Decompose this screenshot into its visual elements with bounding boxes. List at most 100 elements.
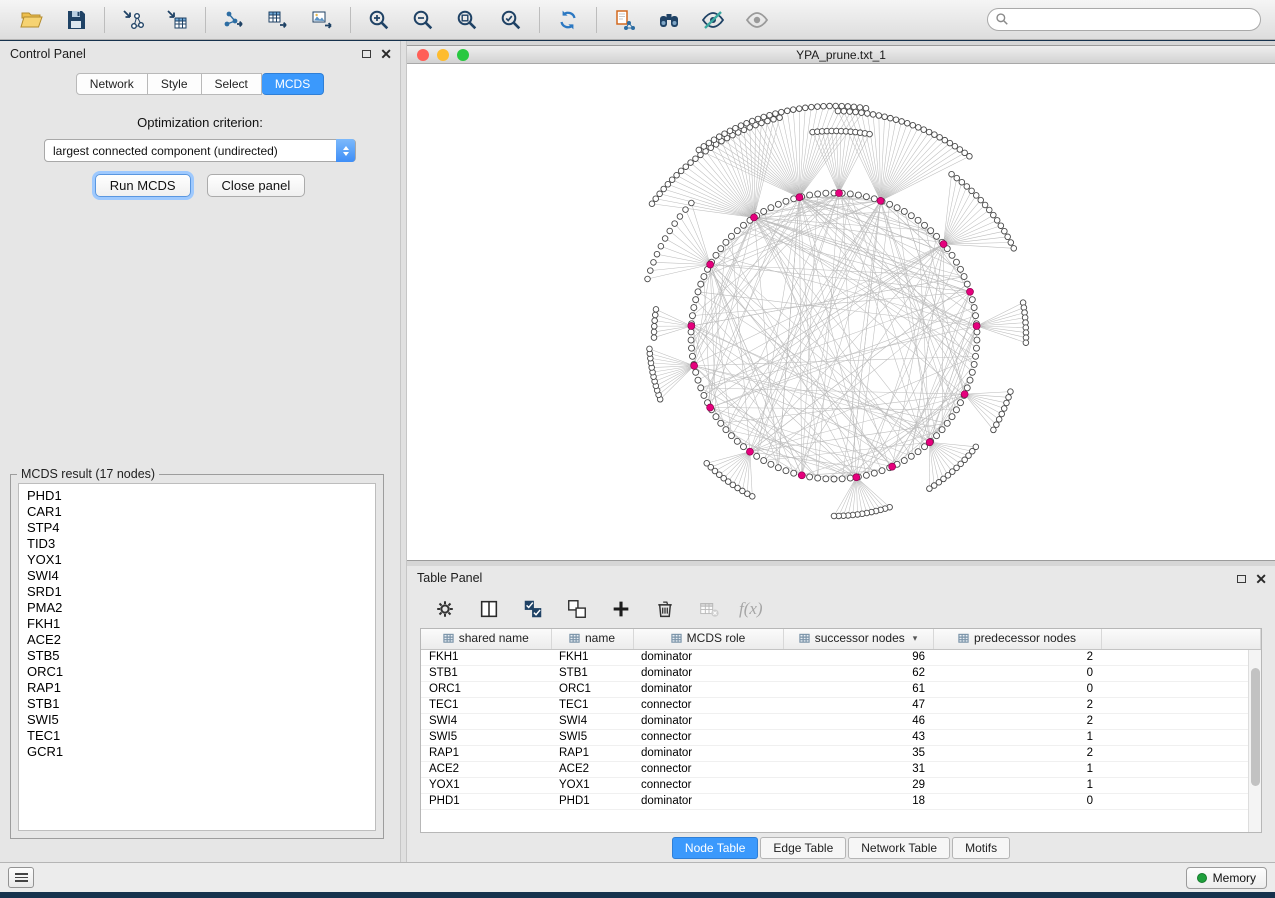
table-row[interactable]: ORC1ORC1dominator610 (421, 681, 1261, 697)
tab-edge-table[interactable]: Edge Table (760, 837, 846, 859)
mcds-result-item[interactable]: ACE2 (19, 632, 375, 648)
mcds-result-item[interactable]: RAP1 (19, 680, 375, 696)
table-cell[interactable]: dominator (633, 665, 783, 681)
column-header-MCDS-role[interactable]: MCDS role (633, 629, 783, 649)
table-cell[interactable]: TEC1 (551, 697, 633, 713)
export-table-button[interactable] (259, 5, 297, 35)
mcds-result-item[interactable]: GCR1 (19, 744, 375, 760)
float-panel-button[interactable] (362, 50, 371, 58)
table-cell[interactable]: dominator (633, 713, 783, 729)
tab-style[interactable]: Style (148, 73, 202, 95)
table-cell[interactable]: 62 (783, 665, 933, 681)
close-table-panel-button[interactable]: ✕ (1255, 572, 1267, 586)
table-scrollbar[interactable] (1248, 650, 1261, 832)
table-cell[interactable]: RAP1 (551, 745, 633, 761)
column-header-successor-nodes[interactable]: successor nodes▾ (783, 629, 933, 649)
table-cell[interactable]: TEC1 (421, 697, 551, 713)
columns-button[interactable] (475, 595, 503, 623)
mcds-result-item[interactable]: PMA2 (19, 600, 375, 616)
table-cell[interactable]: PHD1 (421, 793, 551, 809)
table-cell[interactable]: dominator (633, 793, 783, 809)
table-cell[interactable]: STB1 (551, 665, 633, 681)
tab-select[interactable]: Select (202, 73, 262, 95)
delete-row-button[interactable] (651, 595, 679, 623)
network-window-titlebar[interactable]: YPA_prune.txt_1 (407, 46, 1275, 64)
table-cell[interactable]: ACE2 (551, 761, 633, 777)
mcds-result-item[interactable]: STP4 (19, 520, 375, 536)
table-cell[interactable]: connector (633, 729, 783, 745)
table-cell[interactable]: 0 (933, 681, 1101, 697)
open-file-button[interactable] (13, 5, 51, 35)
close-panel-button[interactable]: Close panel (207, 174, 306, 197)
table-row[interactable]: RAP1RAP1dominator352 (421, 745, 1261, 761)
table-cell[interactable]: STB1 (421, 665, 551, 681)
memory-button[interactable]: Memory (1186, 867, 1267, 889)
table-cell[interactable]: ORC1 (551, 681, 633, 697)
network-canvas[interactable] (407, 64, 1275, 560)
table-row[interactable]: FKH1FKH1dominator962 (421, 649, 1261, 665)
table-cell[interactable]: SWI5 (551, 729, 633, 745)
mcds-result-item[interactable]: TID3 (19, 536, 375, 552)
float-table-panel-button[interactable] (1237, 575, 1246, 583)
table-row[interactable]: TEC1TEC1connector472 (421, 697, 1261, 713)
add-row-button[interactable] (607, 595, 635, 623)
table-cell[interactable]: YOX1 (421, 777, 551, 793)
mcds-result-item[interactable]: TEC1 (19, 728, 375, 744)
table-row[interactable]: YOX1YOX1connector291 (421, 777, 1261, 793)
network-graph[interactable] (407, 64, 1275, 560)
table-cell[interactable]: dominator (633, 649, 783, 665)
table-cell[interactable]: FKH1 (421, 649, 551, 665)
table-cell[interactable]: 0 (933, 665, 1101, 681)
column-header-name[interactable]: name (551, 629, 633, 649)
table-cell[interactable]: SWI5 (421, 729, 551, 745)
table-cell[interactable]: dominator (633, 681, 783, 697)
column-header-predecessor-nodes[interactable]: predecessor nodes (933, 629, 1101, 649)
table-cell[interactable]: 47 (783, 697, 933, 713)
table-cell[interactable]: 0 (933, 793, 1101, 809)
table-cell[interactable]: 2 (933, 697, 1101, 713)
mcds-result-item[interactable]: SWI4 (19, 568, 375, 584)
table-cell[interactable]: 35 (783, 745, 933, 761)
table-cell[interactable]: connector (633, 761, 783, 777)
import-network-button[interactable] (114, 5, 152, 35)
table-cell[interactable]: 29 (783, 777, 933, 793)
tab-mcds[interactable]: MCDS (262, 73, 324, 95)
table-row[interactable]: PHD1PHD1dominator180 (421, 793, 1261, 809)
close-panel-x-button[interactable]: ✕ (380, 47, 392, 61)
table-cell[interactable]: PHD1 (551, 793, 633, 809)
table-cell[interactable]: SWI4 (551, 713, 633, 729)
refresh-layout-button[interactable] (549, 5, 587, 35)
function-builder-button[interactable]: f(x) (739, 595, 763, 623)
export-image-button[interactable] (303, 5, 341, 35)
tab-node-table[interactable]: Node Table (672, 837, 759, 859)
table-cell[interactable]: 1 (933, 777, 1101, 793)
export-network-button[interactable] (215, 5, 253, 35)
table-cell[interactable]: YOX1 (551, 777, 633, 793)
mcds-result-item[interactable]: CAR1 (19, 504, 375, 520)
window-zoom-button[interactable] (457, 49, 469, 61)
table-cell[interactable]: 43 (783, 729, 933, 745)
zoom-in-button[interactable] (360, 5, 398, 35)
task-history-button[interactable] (8, 867, 34, 888)
table-cell[interactable]: 2 (933, 713, 1101, 729)
table-cell[interactable]: 1 (933, 729, 1101, 745)
criterion-select[interactable]: largest connected component (undirected) (44, 139, 356, 162)
tab-motifs[interactable]: Motifs (952, 837, 1010, 859)
zoom-out-button[interactable] (404, 5, 442, 35)
zoom-selected-button[interactable] (492, 5, 530, 35)
show-graphics-button[interactable] (738, 5, 776, 35)
table-cell[interactable]: 96 (783, 649, 933, 665)
tab-network-table[interactable]: Network Table (848, 837, 950, 859)
clone-network-button[interactable] (606, 5, 644, 35)
table-cell[interactable]: 46 (783, 713, 933, 729)
table-cell[interactable]: ACE2 (421, 761, 551, 777)
table-cell[interactable]: 1 (933, 761, 1101, 777)
window-minimize-button[interactable] (437, 49, 449, 61)
scrollbar-thumb[interactable] (1251, 668, 1260, 786)
tab-network[interactable]: Network (76, 73, 148, 95)
mcds-result-item[interactable]: STB5 (19, 648, 375, 664)
table-cell[interactable]: 18 (783, 793, 933, 809)
table-cell[interactable]: dominator (633, 745, 783, 761)
table-cell[interactable]: connector (633, 777, 783, 793)
search-input[interactable] (987, 8, 1261, 31)
